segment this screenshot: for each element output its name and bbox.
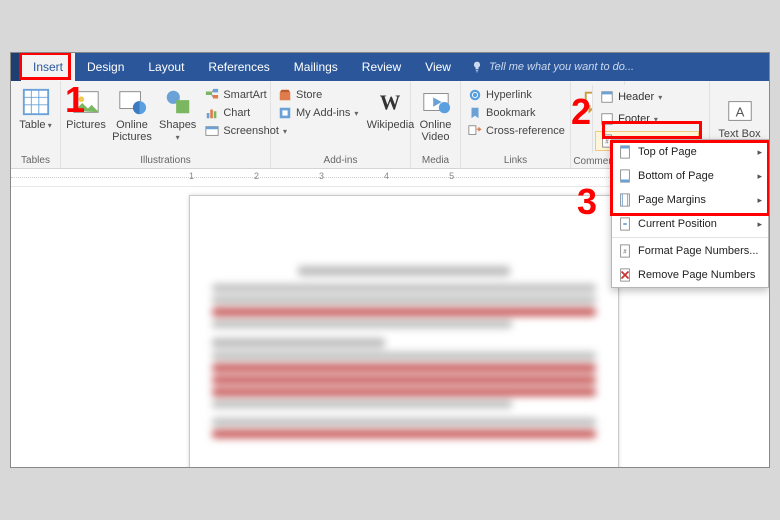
tab-mailings[interactable]: Mailings — [282, 53, 350, 81]
document-page[interactable] — [189, 195, 619, 467]
my-addins-button[interactable]: My Add-ins ▾ — [275, 105, 361, 121]
group-label-illustrations: Illustrations — [65, 154, 266, 167]
table-button[interactable]: Table ▾ — [15, 85, 56, 133]
page-bottom-icon — [618, 169, 632, 183]
page-margins-icon — [618, 193, 632, 207]
pictures-button[interactable]: Pictures — [65, 85, 107, 133]
group-media: Online Video Media — [411, 81, 461, 168]
textbox-icon: A — [725, 96, 755, 126]
tell-me-search[interactable]: Tell me what you want to do... — [463, 53, 634, 81]
svg-text:A: A — [735, 105, 744, 120]
smartart-icon — [205, 88, 219, 102]
shapes-icon — [163, 87, 193, 117]
cross-ref-icon — [468, 124, 482, 138]
page-top-icon — [618, 145, 632, 159]
file-tab-edge[interactable] — [11, 53, 21, 81]
hyperlink-button[interactable]: Hyperlink — [465, 87, 568, 103]
online-pictures-icon — [117, 87, 147, 117]
page-number-menu: Top of Page ▸ Bottom of Page ▸ Page Marg… — [611, 139, 769, 288]
blurred-content — [212, 266, 596, 438]
shapes-button[interactable]: Shapes ▾ — [157, 85, 198, 145]
group-label-links: Links — [465, 154, 566, 167]
menu-top-of-page[interactable]: Top of Page ▸ — [612, 140, 768, 164]
header-icon — [600, 90, 614, 104]
hyperlink-icon — [468, 88, 482, 102]
remove-icon — [618, 268, 632, 282]
tab-layout[interactable]: Layout — [136, 53, 196, 81]
bookmark-icon — [468, 106, 482, 120]
cross-reference-button[interactable]: Cross-reference — [465, 123, 568, 139]
group-tables: Table ▾ Tables — [11, 81, 61, 168]
bulb-icon — [471, 61, 483, 73]
submenu-arrow-icon: ▸ — [757, 219, 762, 230]
tab-review[interactable]: Review — [350, 53, 413, 81]
menu-remove-page-numbers[interactable]: Remove Page Numbers — [612, 263, 768, 287]
video-icon — [421, 87, 451, 117]
submenu-arrow-icon: ▸ — [757, 171, 762, 182]
svg-text:W: W — [380, 93, 401, 115]
store-button[interactable]: Store — [275, 87, 361, 103]
chart-icon — [205, 106, 219, 120]
svg-text:#: # — [623, 249, 627, 256]
group-label-media: Media — [415, 154, 456, 167]
online-pictures-button[interactable]: Online Pictures — [111, 85, 153, 145]
tab-references[interactable]: References — [196, 53, 281, 81]
format-icon: # — [618, 244, 632, 258]
svg-text:#: # — [605, 139, 609, 146]
table-icon — [21, 87, 51, 117]
submenu-arrow-icon: ▸ — [757, 195, 762, 206]
group-addins: Store My Add-ins ▾ W Wikipedia Add-ins — [271, 81, 411, 168]
group-label-addins: Add-ins — [275, 154, 406, 167]
menu-page-margins[interactable]: Page Margins ▸ — [612, 188, 768, 212]
group-label-tables: Tables — [15, 154, 56, 167]
current-position-icon — [618, 217, 632, 231]
word-window: Insert Design Layout References Mailings… — [10, 52, 770, 468]
online-video-button[interactable]: Online Video — [415, 85, 456, 145]
wikipedia-button[interactable]: W Wikipedia — [365, 85, 415, 133]
wikipedia-icon: W — [375, 87, 405, 117]
footer-icon — [600, 112, 614, 126]
menu-bottom-of-page[interactable]: Bottom of Page ▸ — [612, 164, 768, 188]
screenshot-icon — [205, 124, 219, 138]
addins-icon — [278, 106, 292, 120]
menu-format-page-numbers[interactable]: # Format Page Numbers... — [612, 239, 768, 263]
tab-insert[interactable]: Insert — [21, 53, 75, 81]
group-links: Hyperlink Bookmark Cross-reference Links — [461, 81, 571, 168]
menu-current-position[interactable]: Current Position ▸ — [612, 212, 768, 236]
header-button[interactable]: Header▾ — [595, 87, 699, 107]
group-illustrations: Pictures Online Pictures Shapes ▾ SmartA… — [61, 81, 271, 168]
ribbon-tabs: Insert Design Layout References Mailings… — [11, 53, 769, 81]
footer-button[interactable]: Footer▾ — [595, 109, 699, 129]
tell-me-placeholder: Tell me what you want to do... — [489, 61, 634, 73]
tab-view[interactable]: View — [413, 53, 463, 81]
bookmark-button[interactable]: Bookmark — [465, 105, 568, 121]
tab-design[interactable]: Design — [75, 53, 136, 81]
submenu-arrow-icon: ▸ — [757, 147, 762, 158]
pictures-icon — [71, 87, 101, 117]
store-icon — [278, 88, 292, 102]
